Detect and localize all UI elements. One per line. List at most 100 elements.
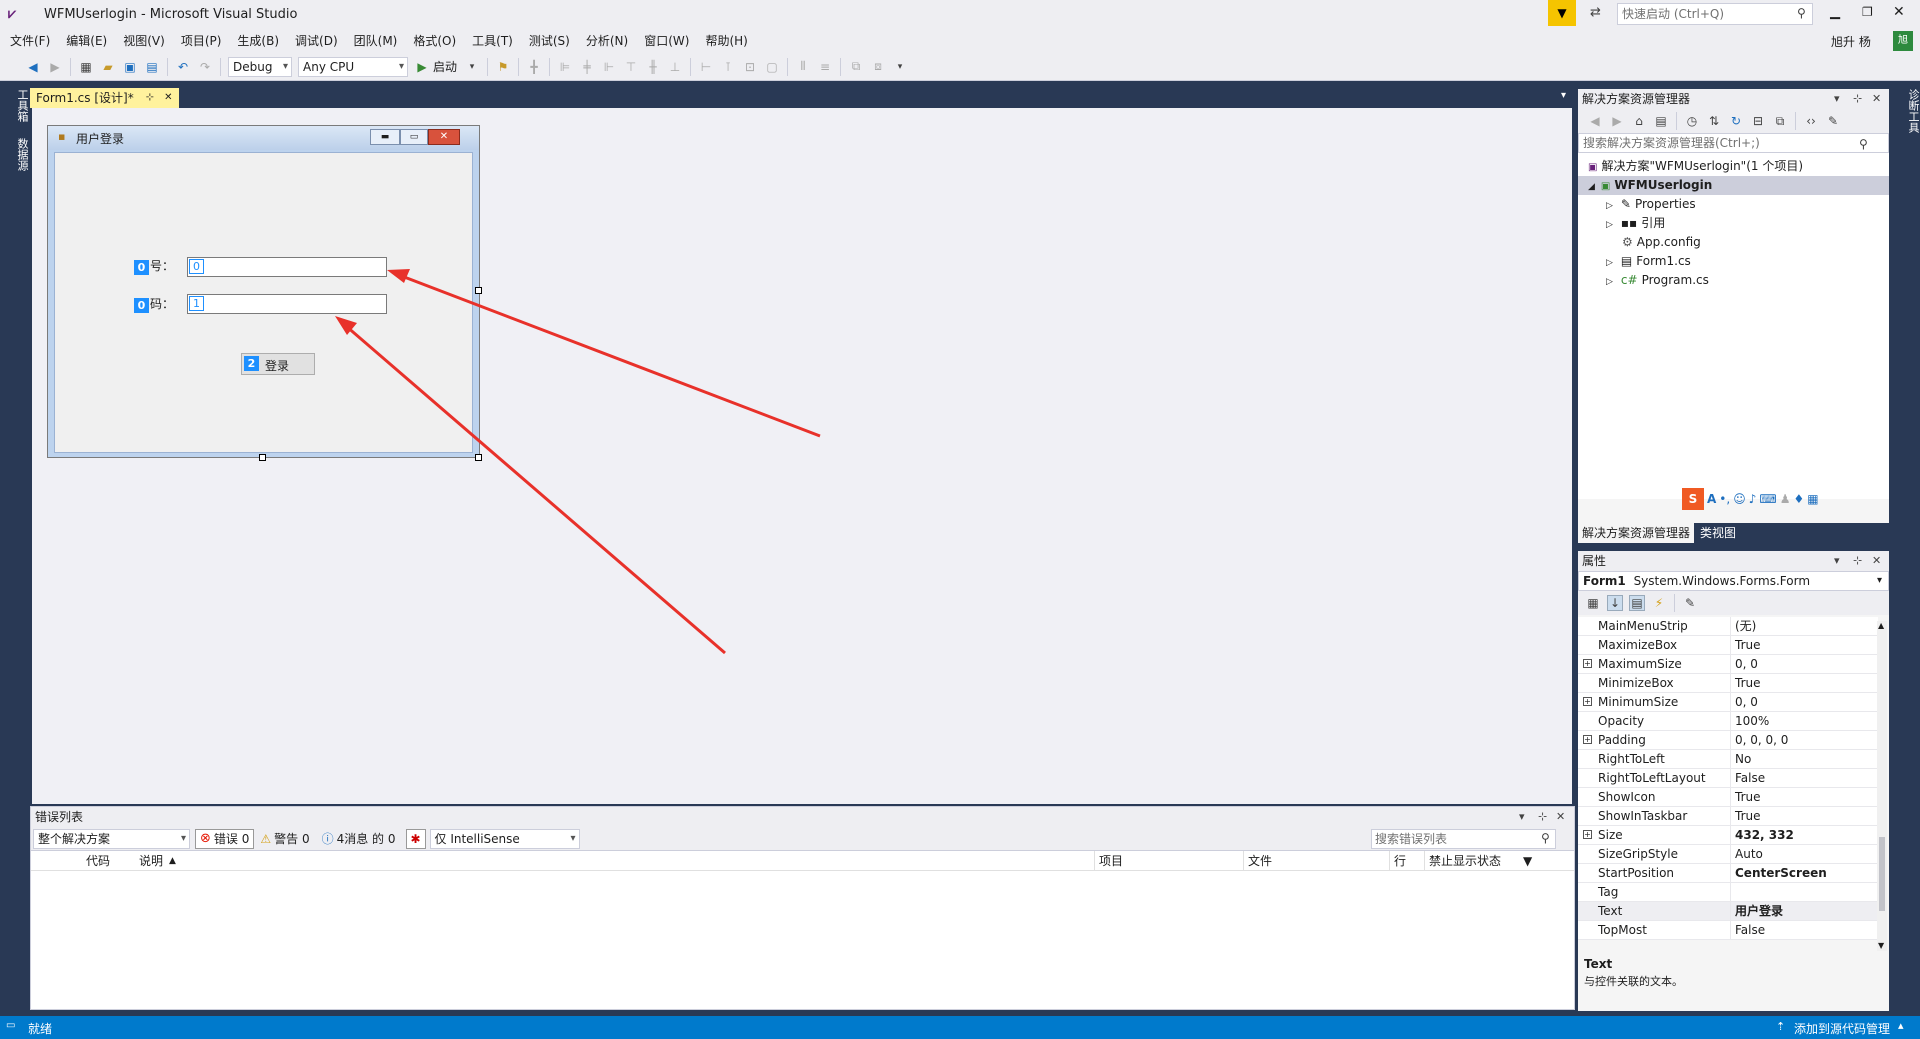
- align-bottom-icon[interactable]: ⊥: [667, 59, 683, 75]
- property-value[interactable]: True: [1730, 636, 1870, 654]
- forward-icon[interactable]: ▶: [47, 59, 63, 75]
- tab-solution-explorer[interactable]: 解决方案资源管理器: [1578, 523, 1695, 543]
- expand-icon[interactable]: +: [1583, 735, 1592, 744]
- events-icon[interactable]: ⚡: [1651, 595, 1667, 611]
- intellisense-filter-select[interactable]: 仅 IntelliSense: [429, 828, 580, 849]
- size-to-grid-icon[interactable]: ⊡: [742, 59, 758, 75]
- column-project[interactable]: 项目: [1094, 851, 1123, 871]
- categorized-icon[interactable]: ▦: [1585, 595, 1601, 611]
- ime-keyboard-icon[interactable]: ⌨: [1759, 492, 1776, 506]
- object-select[interactable]: Form1 System.Windows.Forms.Form ▾: [1578, 571, 1889, 591]
- dropdown-icon[interactable]: ▾: [1834, 551, 1840, 571]
- property-row[interactable]: ShowIcon True: [1578, 788, 1878, 807]
- ime-grid-icon[interactable]: ▦: [1807, 492, 1818, 506]
- platform-select[interactable]: Any CPU: [298, 56, 408, 77]
- user-name[interactable]: 旭升 杨: [1831, 33, 1871, 50]
- property-row[interactable]: MainMenuStrip (无): [1578, 617, 1878, 636]
- ime-user-icon[interactable]: ♟: [1780, 492, 1791, 506]
- property-row[interactable]: SizeGripStyle Auto: [1578, 845, 1878, 864]
- error-search-input[interactable]: 搜索错误列表: [1371, 829, 1556, 849]
- make-same-size-icon[interactable]: ▢: [764, 59, 780, 75]
- view-code-icon[interactable]: ‹›: [1803, 113, 1819, 129]
- close-button[interactable]: ✕: [1893, 4, 1905, 20]
- dropdown-icon[interactable]: ▾: [464, 59, 480, 75]
- menu-item[interactable]: 窗口(W): [636, 29, 697, 53]
- open-folder-icon[interactable]: ▰: [100, 59, 116, 75]
- start-icon[interactable]: ▶: [414, 59, 430, 75]
- ime-emoji-icon[interactable]: ☺: [1733, 492, 1746, 506]
- tree-item-properties[interactable]: ▷ ✎ Properties: [1578, 195, 1889, 214]
- property-row[interactable]: + Size 432, 332: [1578, 826, 1878, 845]
- save-icon[interactable]: ▣: [122, 59, 138, 75]
- back-icon[interactable]: ◀: [25, 59, 41, 75]
- property-row[interactable]: + MaximumSize 0, 0: [1578, 655, 1878, 674]
- vertical-spacing-icon[interactable]: ≡: [817, 59, 833, 75]
- property-row[interactable]: StartPosition CenterScreen: [1578, 864, 1878, 883]
- expand-icon[interactable]: +: [1583, 659, 1592, 668]
- close-icon[interactable]: ✕: [1872, 551, 1881, 571]
- property-row[interactable]: TopMost False: [1578, 921, 1878, 940]
- undo-icon[interactable]: ↶: [175, 59, 191, 75]
- alphabetical-icon[interactable]: ↓: [1607, 595, 1623, 611]
- dropdown-icon[interactable]: ▾: [1519, 807, 1525, 827]
- property-value[interactable]: 0, 0: [1730, 655, 1870, 673]
- new-project-icon[interactable]: ▦: [78, 59, 94, 75]
- tree-item-references[interactable]: ▷ ▪▪ 引用: [1578, 214, 1889, 233]
- toolbar-overflow-icon[interactable]: ▾: [892, 59, 908, 75]
- property-row[interactable]: ShowInTaskbar True: [1578, 807, 1878, 826]
- property-row[interactable]: Opacity 100%: [1578, 712, 1878, 731]
- avatar[interactable]: 旭: [1893, 31, 1913, 51]
- redo-icon[interactable]: ↷: [197, 59, 213, 75]
- find-icon[interactable]: ⚑: [495, 59, 511, 75]
- menu-item[interactable]: 生成(B): [229, 29, 287, 53]
- properties-icon[interactable]: ▤: [1629, 595, 1645, 611]
- property-grid-scrollbar[interactable]: ▲ ▼: [1877, 621, 1887, 951]
- datasource-tab[interactable]: 数据源: [0, 130, 30, 179]
- menu-item[interactable]: 测试(S): [521, 29, 578, 53]
- filter-icon[interactable]: ▼: [1523, 851, 1532, 871]
- tab-class-view[interactable]: 类视图: [1694, 523, 1742, 543]
- toolbox-tab[interactable]: 工具箱: [0, 81, 30, 130]
- pin-icon[interactable]: ⊹: [1853, 89, 1862, 109]
- dropdown-icon[interactable]: ▾: [1834, 89, 1840, 109]
- close-icon[interactable]: ✕: [164, 88, 172, 108]
- sync-icon[interactable]: ⇅: [1706, 113, 1722, 129]
- errors-filter-button[interactable]: ⊗ 错误 0: [195, 828, 255, 849]
- menu-item[interactable]: 格式(O): [405, 29, 464, 53]
- property-row[interactable]: + Padding 0, 0, 0, 0: [1578, 731, 1878, 750]
- property-value[interactable]: 0, 0, 0, 0: [1730, 731, 1870, 749]
- forward-icon[interactable]: ▶: [1609, 113, 1625, 129]
- scope-select[interactable]: 整个解决方案: [33, 828, 190, 849]
- pin-icon[interactable]: ⊹: [1538, 807, 1547, 827]
- menu-item[interactable]: 编辑(E): [58, 29, 115, 53]
- refresh-icon[interactable]: ↻: [1728, 113, 1744, 129]
- align-left-icon[interactable]: ⊫: [557, 59, 573, 75]
- property-row[interactable]: Text 用户登录: [1578, 902, 1878, 921]
- pin-icon[interactable]: ⊹: [1853, 551, 1862, 571]
- maximize-button[interactable]: ❐: [1862, 5, 1873, 19]
- align-right-icon[interactable]: ⊩: [601, 59, 617, 75]
- align-center-icon[interactable]: ╪: [579, 59, 595, 75]
- warnings-filter-button[interactable]: ⚠ 警告 0: [254, 829, 315, 849]
- scroll-down-icon[interactable]: ▼: [1878, 941, 1884, 950]
- scroll-thumb[interactable]: [1879, 837, 1885, 911]
- ime-font-icon[interactable]: A: [1707, 492, 1716, 506]
- menu-item[interactable]: 分析(N): [578, 29, 636, 53]
- property-row[interactable]: RightToLeft No: [1578, 750, 1878, 769]
- property-value[interactable]: (无): [1730, 617, 1870, 635]
- home-icon[interactable]: ⌂: [1631, 113, 1647, 129]
- menu-item[interactable]: 视图(V): [115, 29, 173, 53]
- property-row[interactable]: Tag: [1578, 883, 1878, 902]
- property-value[interactable]: True: [1730, 807, 1870, 825]
- solution-search-input[interactable]: 搜索解决方案资源管理器(Ctrl+;) ⚲: [1578, 133, 1889, 153]
- horizontal-spacing-icon[interactable]: ⫴: [795, 59, 811, 75]
- column-line[interactable]: 行: [1389, 851, 1406, 871]
- menu-item[interactable]: 文件(F): [2, 29, 58, 53]
- property-value[interactable]: [1730, 883, 1870, 901]
- add-to-source-control-button[interactable]: 添加到源代码管理: [1794, 1020, 1890, 1037]
- column-code[interactable]: 代码: [86, 851, 110, 871]
- property-value[interactable]: 0, 0: [1730, 693, 1870, 711]
- property-value[interactable]: False: [1730, 769, 1870, 787]
- menu-item[interactable]: 帮助(H): [697, 29, 755, 53]
- chevron-up-icon[interactable]: ▴: [1898, 1019, 1904, 1032]
